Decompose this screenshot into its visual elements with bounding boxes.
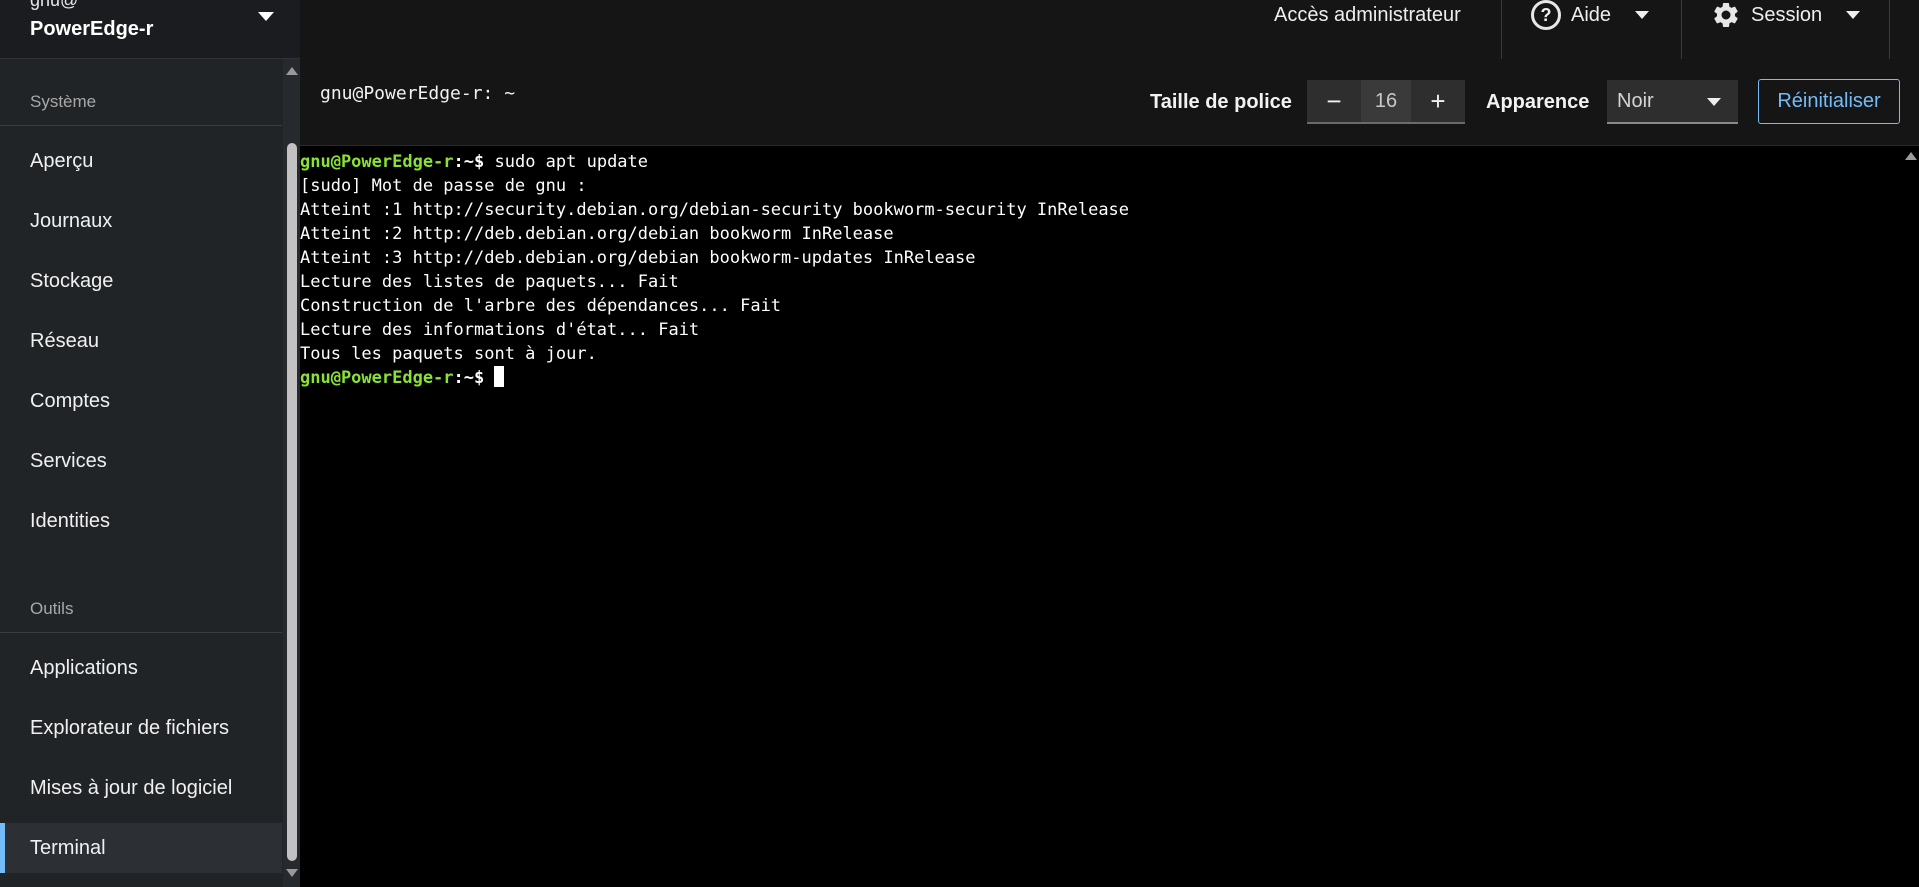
terminal-title: gnu@PowerEdge-r: ~ [320, 83, 516, 104]
sidebar-item-reseau[interactable]: Réseau [0, 316, 282, 366]
session-label: Session [1751, 3, 1823, 26]
sidebar-item-identities[interactable]: Identities [0, 496, 282, 546]
terminal-toolbar: gnu@PowerEdge-r: ~ Taille de police − 16… [300, 59, 1919, 146]
sidebar-item-apercu[interactable]: Aperçu [0, 136, 282, 186]
terminal-scrollbar[interactable] [1902, 146, 1919, 887]
help-icon: ? [1531, 0, 1561, 30]
font-size-value[interactable]: 16 [1361, 80, 1411, 122]
top-divider [1501, 0, 1502, 59]
sidebar-item-label: Réseau [30, 329, 99, 352]
sidebar-item-label: Comptes [30, 389, 111, 412]
sidebar-item-file-explorer[interactable]: Explorateur de fichiers [0, 703, 282, 753]
sidebar-item-label: Terminal [30, 836, 106, 859]
terminal-line: [sudo] Mot de passe de gnu : [300, 176, 587, 196]
chevron-down-icon [1707, 98, 1721, 106]
host-user: gnu@ [30, 0, 79, 10]
font-size-label: Taille de police [1150, 91, 1292, 113]
sidebar-scrollbar[interactable] [283, 59, 300, 887]
appearance-label: Apparence [1486, 91, 1590, 113]
terminal-line: Atteint :3 http://deb.debian.org/debian … [300, 248, 976, 268]
scrollbar-thumb[interactable] [287, 143, 297, 861]
admin-access-button[interactable]: Accès administrateur [1274, 4, 1461, 27]
scroll-down-icon[interactable] [286, 869, 298, 877]
sidebar-item-label: Explorateur de fichiers [30, 716, 229, 739]
appearance-select[interactable]: Noir [1607, 80, 1738, 124]
nav-section-system: Système [30, 92, 97, 111]
terminal-line: gnu@PowerEdge-r:~$ sudo apt update [300, 150, 1902, 174]
session-menu[interactable]: Session [1711, 0, 1861, 30]
host-switcher[interactable]: gnu@ PowerEdge-r [0, 0, 300, 59]
sidebar-item-label: Identities [30, 509, 111, 532]
chevron-down-icon [1846, 11, 1861, 19]
sidebar-item-label: Services [30, 449, 107, 472]
sidebar: gnu@ PowerEdge-r Système Aperçu Journaux… [0, 0, 300, 887]
sidebar-item-label: Stockage [30, 269, 114, 292]
top-bar: Accès administrateur ? Aide Session [300, 0, 1919, 59]
nav-divider [0, 632, 282, 633]
help-label: Aide [1571, 3, 1612, 26]
prompt-path: :~$ [453, 368, 495, 388]
sidebar-item-software-updates[interactable]: Mises à jour de logiciel [0, 763, 282, 813]
terminal-line: Construction de l'arbre des dépendances.… [300, 296, 782, 316]
nav-divider [0, 125, 282, 126]
prompt-user: gnu@PowerEdge-r [300, 368, 454, 388]
terminal-line: Tous les paquets sont à jour. [300, 344, 597, 364]
font-size-stepper: − 16 + [1307, 80, 1465, 124]
prompt-path: :~$ [453, 152, 495, 172]
sidebar-item-comptes[interactable]: Comptes [0, 376, 282, 426]
top-divider [1889, 0, 1890, 59]
terminal-line: Lecture des listes de paquets... Fait [300, 272, 679, 292]
prompt-user: gnu@PowerEdge-r [300, 152, 454, 172]
sidebar-item-services[interactable]: Services [0, 436, 282, 486]
nav-section-tools: Outils [30, 599, 74, 618]
sidebar-item-terminal[interactable]: Terminal [0, 823, 282, 873]
help-menu[interactable]: ? Aide [1531, 0, 1650, 30]
sidebar-item-stockage[interactable]: Stockage [0, 256, 282, 306]
terminal-line: Atteint :2 http://deb.debian.org/debian … [300, 224, 894, 244]
terminal-cursor [494, 366, 505, 387]
font-increase-button[interactable]: + [1411, 80, 1465, 122]
chevron-down-icon [1635, 11, 1650, 19]
sidebar-item-label: Applications [30, 656, 138, 679]
appearance-value: Noir [1617, 89, 1654, 112]
sidebar-item-label: Journaux [30, 209, 113, 232]
host-name: PowerEdge-r [30, 18, 154, 40]
sidebar-item-label: Mises à jour de logiciel [30, 776, 233, 799]
scroll-up-icon[interactable] [286, 67, 298, 75]
sidebar-item-journaux[interactable]: Journaux [0, 196, 282, 246]
font-decrease-button[interactable]: − [1307, 80, 1361, 122]
terminal-screen[interactable]: gnu@PowerEdge-r:~$ sudo apt update [sudo… [300, 146, 1902, 887]
sidebar-item-applications[interactable]: Applications [0, 643, 282, 693]
scroll-up-icon[interactable] [1905, 152, 1917, 160]
terminal-line: Atteint :1 http://security.debian.org/de… [300, 200, 1130, 220]
sidebar-item-label: Aperçu [30, 149, 94, 172]
chevron-down-icon[interactable] [258, 12, 274, 21]
reset-button[interactable]: Réinitialiser [1758, 79, 1900, 124]
terminal-line: gnu@PowerEdge-r:~$ [300, 366, 1902, 390]
terminal-line: Lecture des informations d'état... Fait [300, 320, 700, 340]
top-divider [1681, 0, 1682, 59]
gear-icon [1714, 2, 1738, 27]
terminal-command: sudo apt update [494, 152, 649, 172]
